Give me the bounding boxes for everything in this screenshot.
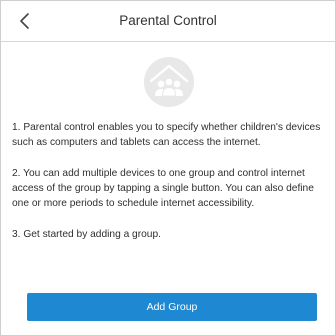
description: 1. Parental control enables you to speci… xyxy=(12,120,328,258)
add-group-button[interactable]: Add Group xyxy=(27,293,317,321)
family-house-icon xyxy=(144,57,194,107)
description-paragraph-1: 1. Parental control enables you to speci… xyxy=(12,122,321,148)
page-title: Parental Control xyxy=(119,13,217,28)
description-paragraph-2: 2. You can add multiple devices to one g… xyxy=(12,168,314,209)
header-bar: Parental Control xyxy=(1,1,335,42)
parental-control-screen: Parental Control 1. Parental control ena… xyxy=(0,0,336,336)
description-paragraph-3: 3. Get started by adding a group. xyxy=(12,229,161,240)
